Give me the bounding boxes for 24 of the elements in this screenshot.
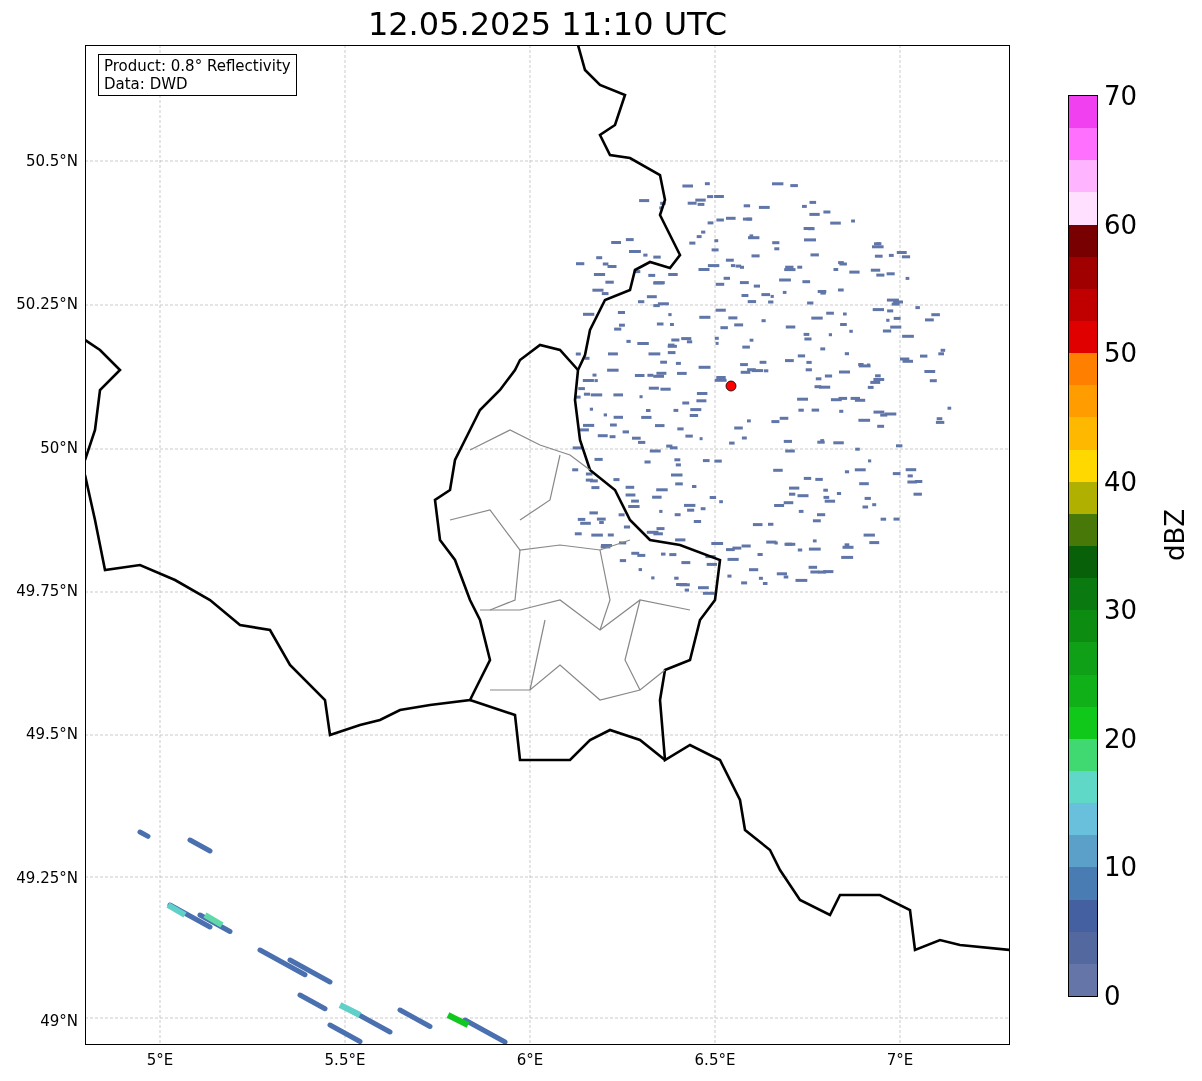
y-tick-label: 50°N [39,437,78,458]
colorbar-tick-label: 70 [1104,81,1138,111]
y-tick-label: 50.5°N [24,151,78,171]
y-tick-label: 49°N [39,1010,78,1031]
info-text: Data: DWD [104,75,189,93]
x-tick-label: 6.5°E [693,1050,737,1070]
info-text: Product: 0.8° Reflectivity [104,57,291,75]
colorbar-tick-label: 0 [1104,981,1121,1011]
x-tick-label: 7°E [885,1050,915,1070]
colorbar-label: dBZ [1160,508,1190,562]
y-tick-label: 49.75°N [15,580,78,601]
colorbar-tick-label: 30 [1104,595,1138,626]
x-tick-label: 5.5°E [323,1050,367,1070]
colorbar-tick-label: 20 [1104,723,1138,754]
chart-title: 12.05.2025 11:10 UTC [366,4,729,44]
colorbar-tick-label: 10 [1104,852,1138,883]
y-tick-label: 50.25°N [15,294,78,315]
y-tick-label: 49.5°N [24,724,78,745]
x-tick-label: 6°E [515,1050,545,1070]
x-tick-label: 5°E [145,1050,175,1070]
y-tick-label: 49.25°N [15,867,78,888]
colorbar-tick-label: 60 [1104,209,1138,240]
colorbar-tick-label: 40 [1104,466,1138,497]
colorbar-tick-label: 50 [1104,338,1138,369]
